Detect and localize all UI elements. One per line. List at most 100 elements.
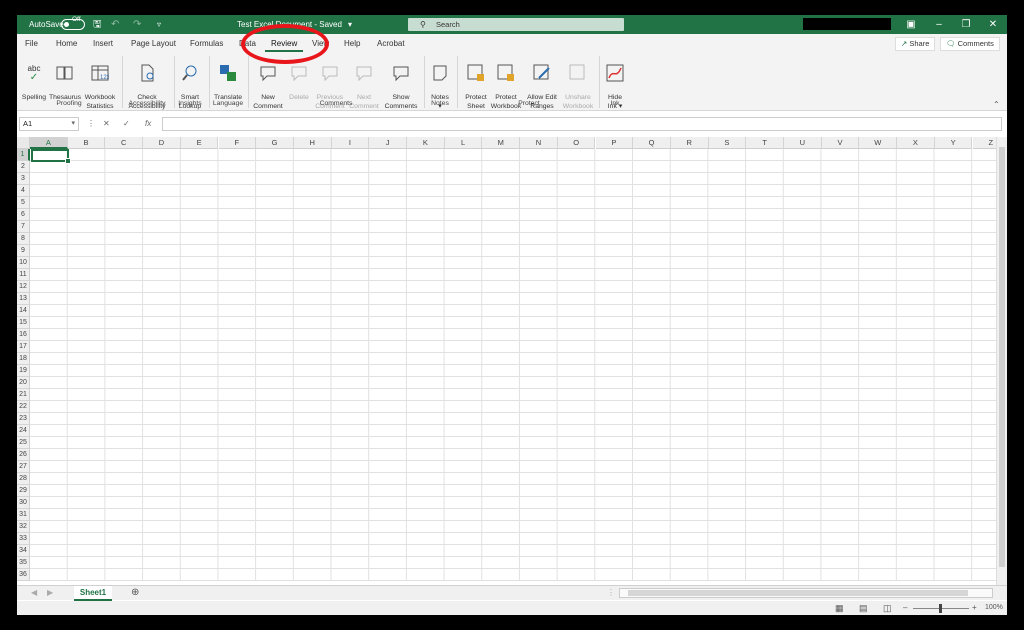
select-all-corner[interactable] [17,137,30,149]
restore-icon[interactable]: ❐ [952,15,980,34]
column-header[interactable]: S [708,137,747,149]
name-box[interactable]: A1 ▾ [19,117,79,131]
row-header[interactable]: 6 [17,209,30,221]
sheet-tab-sheet1[interactable]: Sheet1 [74,586,112,601]
zoom-slider[interactable] [913,604,969,613]
zoom-level[interactable]: 100% [985,602,1003,614]
show-comments-button[interactable]: Show Comments [382,55,420,111]
row-header[interactable]: 4 [17,185,30,197]
column-header[interactable]: B [67,137,106,149]
row-header[interactable]: 15 [17,317,30,329]
close-icon[interactable]: ✕ [979,15,1007,34]
row-header[interactable]: 10 [17,257,30,269]
next-sheet-icon[interactable]: ▶ [47,587,53,599]
column-header[interactable]: H [293,137,332,149]
add-sheet-icon[interactable]: ⊕ [131,587,139,599]
row-header[interactable]: 19 [17,365,30,377]
scroll-thumb[interactable] [999,147,1005,567]
tab-file[interactable]: File [25,34,38,53]
hscroll-thumb[interactable] [628,590,968,596]
zoom-out-icon[interactable]: – [903,602,907,614]
save-icon[interactable]: 🖫 [93,15,102,34]
cell-area[interactable] [30,149,996,581]
tab-insert[interactable]: Insert [93,34,113,53]
insert-function-button[interactable]: fx [145,117,151,131]
tab-help[interactable]: Help [344,34,360,53]
column-header[interactable]: X [897,137,935,149]
row-header[interactable]: 17 [17,341,30,353]
column-header[interactable]: T [746,137,784,149]
ribbon-display-icon[interactable]: ▣ [897,15,925,34]
row-header[interactable]: 1 [17,149,30,161]
column-header[interactable]: I [331,137,370,149]
row-header[interactable]: 22 [17,401,30,413]
row-header[interactable]: 23 [17,413,30,425]
row-header[interactable]: 35 [17,557,30,569]
column-header[interactable]: Y [934,137,973,149]
vertical-scrollbar[interactable] [996,137,1007,585]
column-header[interactable]: F [218,137,257,149]
minimize-icon[interactable]: – [925,15,953,34]
row-header[interactable]: 2 [17,161,30,173]
row-header[interactable]: 12 [17,281,30,293]
column-header[interactable]: D [143,137,181,149]
row-header[interactable]: 16 [17,329,30,341]
search-box[interactable]: ⚲ Search [408,18,624,31]
column-header[interactable]: E [180,137,219,149]
column-header[interactable]: C [105,137,144,149]
row-header[interactable]: 34 [17,545,30,557]
zoom-in-icon[interactable]: + [972,602,977,614]
share-button[interactable]: ↗ Share [895,37,936,51]
row-header[interactable]: 14 [17,305,30,317]
row-header[interactable]: 29 [17,485,30,497]
column-header[interactable]: Z [972,137,996,149]
comments-button[interactable]: 🗨 Comments [940,37,1000,51]
column-header[interactable]: R [670,137,709,149]
row-header[interactable]: 25 [17,437,30,449]
row-header[interactable]: 27 [17,461,30,473]
row-header[interactable]: 9 [17,245,30,257]
spelling-button[interactable]: abc ✓ Spelling [20,55,48,102]
active-cell[interactable] [31,149,71,164]
column-header[interactable]: K [407,137,445,149]
customize-toolbar-icon[interactable]: ▿ [157,15,161,34]
column-header[interactable]: G [256,137,294,149]
zoom-slider-thumb[interactable] [939,604,942,613]
column-header[interactable]: J [369,137,407,149]
row-header[interactable]: 8 [17,233,30,245]
row-header[interactable]: 13 [17,293,30,305]
column-header[interactable]: A [30,137,68,149]
column-header[interactable]: L [444,137,483,149]
tab-formulas[interactable]: Formulas [190,34,223,53]
enter-icon[interactable]: ✓ [123,117,130,131]
row-header[interactable]: 5 [17,197,30,209]
horizontal-scrollbar[interactable] [619,588,993,598]
tab-page-layout[interactable]: Page Layout [131,34,176,53]
normal-view-icon[interactable]: ▦ [835,602,844,614]
formula-input[interactable] [162,117,1002,131]
collapse-ribbon-icon[interactable]: ⌃ [993,99,1000,111]
row-header[interactable]: 36 [17,569,30,581]
row-header[interactable]: 20 [17,377,30,389]
row-header[interactable]: 28 [17,473,30,485]
thesaurus-button[interactable]: Thesaurus [47,55,83,102]
title-dropdown-icon[interactable]: ▾ [348,15,352,34]
undo-icon[interactable]: ↶ [111,15,119,34]
page-break-view-icon[interactable]: ◫ [883,602,892,614]
spreadsheet-grid[interactable]: ABCDEFGHIJKLMNOPQRSTUVWXYZ 1 2 3 4 5 6 7 8 9 10 11… [17,137,996,581]
row-header[interactable]: 7 [17,221,30,233]
column-header[interactable]: Q [633,137,671,149]
column-header[interactable]: U [784,137,822,149]
column-header[interactable]: W [859,137,898,149]
row-header[interactable]: 33 [17,533,30,545]
page-layout-view-icon[interactable]: ▤ [859,602,868,614]
split-handle-icon[interactable]: ⋮ [607,587,615,599]
column-header[interactable]: M [482,137,521,149]
row-header[interactable]: 3 [17,173,30,185]
column-header[interactable]: O [557,137,596,149]
tab-home[interactable]: Home [56,34,77,53]
column-header[interactable]: P [595,137,634,149]
row-header[interactable]: 18 [17,353,30,365]
translate-button[interactable]: Translate [212,55,244,102]
tab-acrobat[interactable]: Acrobat [377,34,405,53]
